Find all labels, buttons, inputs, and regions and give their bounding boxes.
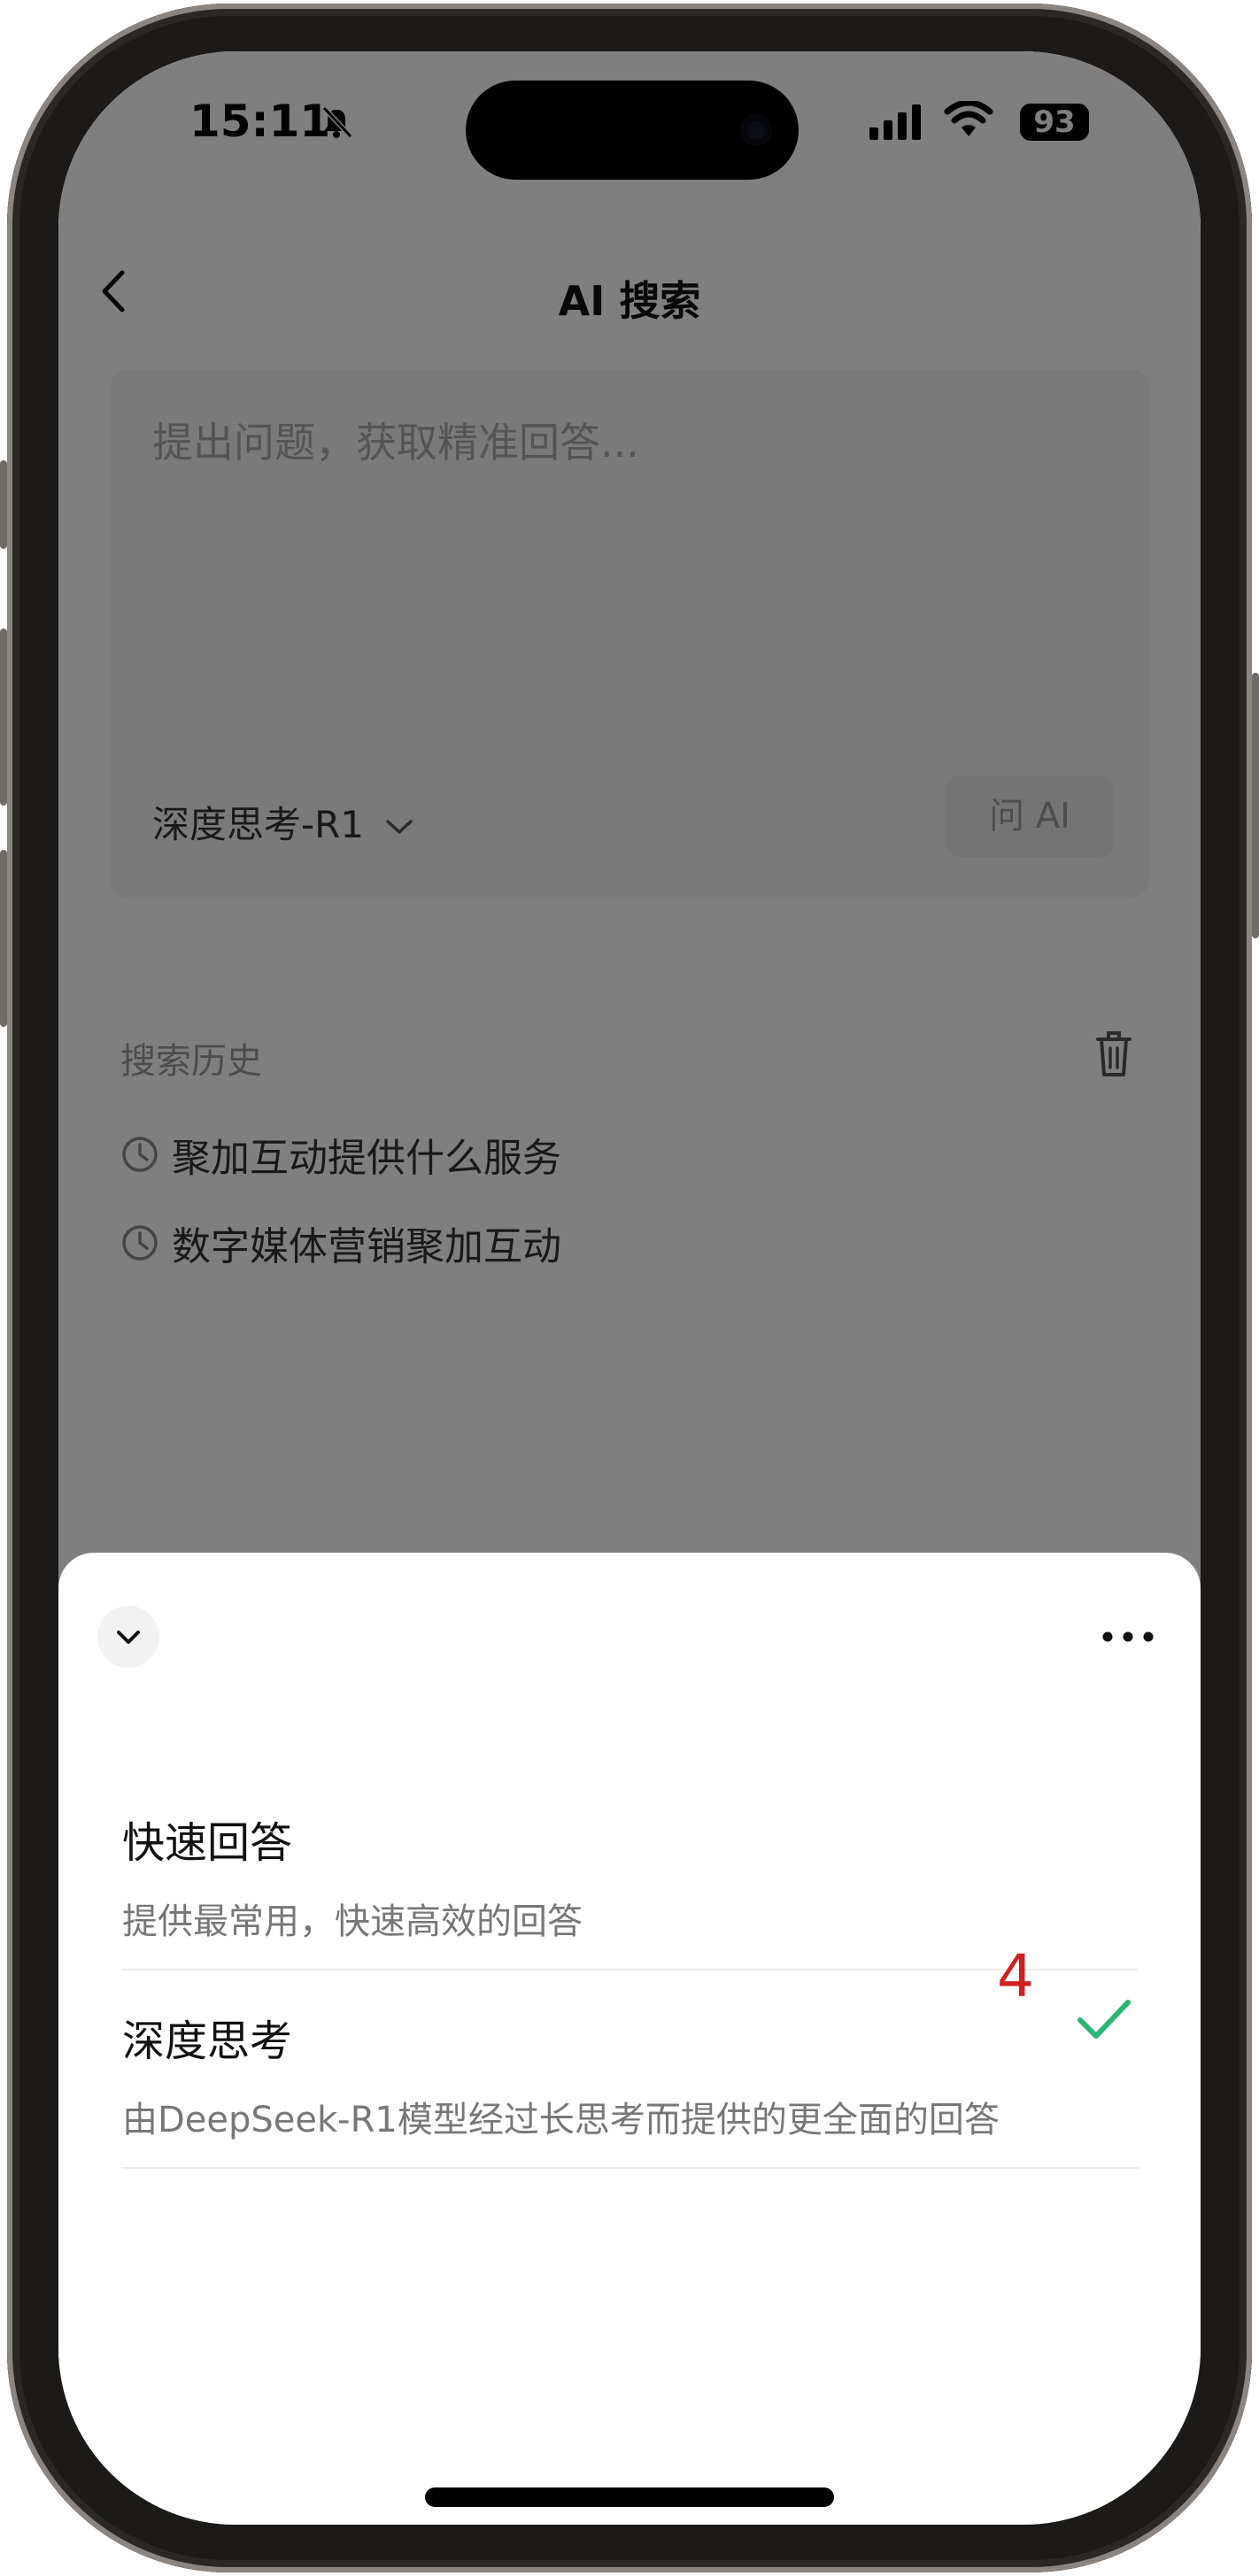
side-button [1252, 673, 1259, 938]
option-deep-thinking[interactable]: 深度思考 由DeepSeek-R1模型经过长思考而提供的更全面的回答 [122, 2006, 1139, 2142]
side-button [0, 629, 7, 806]
chevron-down-icon [117, 1631, 140, 1644]
collapse-button[interactable] [97, 1606, 159, 1668]
more-icon[interactable] [1100, 1623, 1156, 1650]
option-title: 深度思考 [122, 2017, 293, 2066]
divider [122, 1969, 1139, 1971]
side-button [0, 850, 7, 1027]
checkmark-icon [1077, 2000, 1131, 2039]
home-indicator[interactable] [425, 2487, 834, 2507]
option-description: 提供最常用，快速高效的回答 [122, 1901, 583, 1942]
option-fast-answer[interactable]: 快速回答 提供最常用，快速高效的回答 [122, 1808, 1139, 1944]
option-description: 由DeepSeek-R1模型经过长思考而提供的更全面的回答 [122, 2100, 1000, 2140]
side-button [0, 460, 7, 549]
divider [122, 2167, 1139, 2169]
phone-screen: 15:11 93 [58, 51, 1201, 2525]
annotation-marker: 4 [997, 1942, 1034, 2010]
option-title: 快速回答 [122, 1818, 293, 1868]
model-bottom-sheet: 快速回答 提供最常用，快速高效的回答 深度思考 由DeepSeek-R1模型经过… [58, 1553, 1201, 2525]
